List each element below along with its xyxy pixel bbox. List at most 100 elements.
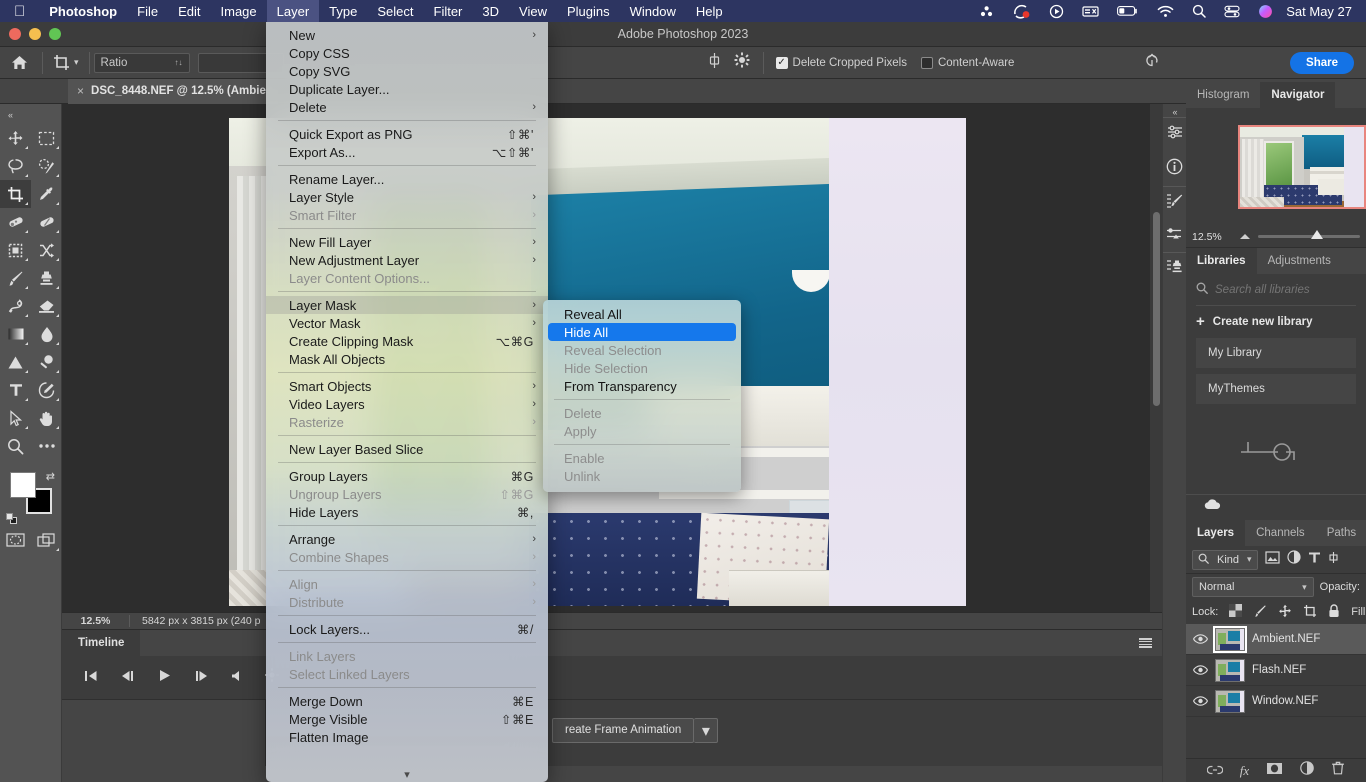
audio-icon[interactable] <box>231 669 243 687</box>
library-item-mythemes[interactable]: MyThemes <box>1196 374 1356 404</box>
spot-healing-brush-tool[interactable] <box>0 208 31 236</box>
menu-layer[interactable]: Layer <box>267 0 320 22</box>
screen-record-icon[interactable] <box>1040 0 1073 22</box>
menubar-clock[interactable]: Sat May 27 <box>1282 4 1366 19</box>
layer-name[interactable]: Ambient.NEF <box>1252 633 1320 645</box>
properties-icon[interactable] <box>1166 227 1183 246</box>
rectangular-marquee-tool[interactable] <box>31 124 62 152</box>
navigator-zoom-value[interactable]: 12.5% <box>1186 231 1240 243</box>
zoom-button[interactable] <box>49 28 61 40</box>
chevron-down-icon[interactable]: ▾ <box>266 768 548 781</box>
tab-timeline[interactable]: Timeline <box>62 630 140 656</box>
swap-colors-icon[interactable]: ⇄ <box>46 470 55 483</box>
menu-plugins[interactable]: Plugins <box>557 0 620 22</box>
zoom-slider-knob[interactable] <box>1311 230 1323 239</box>
eye-icon[interactable] <box>1192 634 1208 644</box>
type-layer-filter-icon[interactable] <box>1308 551 1321 569</box>
tab-channels[interactable]: Channels <box>1245 520 1316 546</box>
delete-cropped-pixels-checkbox[interactable]: ✓ Delete Cropped Pixels <box>768 57 907 69</box>
gear-icon[interactable] <box>727 52 759 73</box>
menu-item-new-adjustment-layer[interactable]: New Adjustment Layer› <box>266 251 548 269</box>
delete-layer-icon[interactable] <box>1331 761 1345 780</box>
wifi-icon[interactable] <box>1148 0 1183 22</box>
search-icon[interactable] <box>1183 0 1215 22</box>
content-aware-checkbox[interactable]: Content-Aware <box>907 57 1015 69</box>
library-search-row[interactable] <box>1186 274 1366 303</box>
next-frame-icon[interactable] <box>193 669 209 687</box>
shape-layer-filter-icon[interactable] <box>1328 551 1339 569</box>
info-icon[interactable] <box>1166 158 1183 180</box>
menu-select[interactable]: Select <box>367 0 423 22</box>
menu-3d[interactable]: 3D <box>472 0 509 22</box>
hand-tool[interactable] <box>31 404 62 432</box>
menu-help[interactable]: Help <box>686 0 733 22</box>
navigator-body[interactable] <box>1186 108 1366 226</box>
lock-position-icon[interactable] <box>1278 604 1292 621</box>
tab-libraries[interactable]: Libraries <box>1186 248 1257 274</box>
add-layer-mask-icon[interactable] <box>1266 762 1283 780</box>
chevron-down-icon[interactable]: ▾ <box>694 718 718 743</box>
menu-item-layer-mask[interactable]: Layer Mask› <box>266 296 548 314</box>
gradient-tool[interactable] <box>0 320 31 348</box>
battery-icon[interactable] <box>1108 0 1148 22</box>
burn-tool[interactable] <box>31 348 62 376</box>
new-adjustment-layer-icon[interactable] <box>1300 761 1314 780</box>
tab-paths[interactable]: Paths <box>1316 520 1366 546</box>
layer-row-window[interactable]: Window.NEF <box>1186 686 1366 717</box>
menu-item-lock-layers[interactable]: Lock Layers...⌘/ <box>266 620 548 638</box>
history-brush-tool[interactable] <box>0 292 31 320</box>
patch-tool[interactable] <box>31 208 62 236</box>
blur-tool[interactable] <box>31 320 62 348</box>
layer-name[interactable]: Window.NEF <box>1252 695 1318 707</box>
menu-item-new-layer-based-slice[interactable]: New Layer Based Slice <box>266 440 548 458</box>
pixel-layer-filter-icon[interactable] <box>1265 551 1280 569</box>
clone-stamp-tool[interactable] <box>31 264 62 292</box>
eye-icon[interactable] <box>1192 665 1208 675</box>
menu-item-vector-mask[interactable]: Vector Mask› <box>266 314 548 332</box>
status-zoom-level[interactable]: 12.5% <box>62 615 130 627</box>
chevron-down-icon[interactable]: ▾ <box>74 57 79 68</box>
cloud-icon[interactable] <box>1204 497 1221 515</box>
go-to-first-frame-icon[interactable] <box>84 669 98 687</box>
play-icon[interactable] <box>158 669 171 687</box>
submenu-item-from-transparency[interactable]: From Transparency <box>543 377 741 395</box>
siri-icon[interactable] <box>1249 0 1282 22</box>
screen-mode-icon[interactable] <box>31 526 62 554</box>
menu-item-video-layers[interactable]: Video Layers› <box>266 395 548 413</box>
menu-item-mask-all-objects[interactable]: Mask All Objects <box>266 350 548 368</box>
menu-edit[interactable]: Edit <box>168 0 210 22</box>
create-new-library-button[interactable]: + Create new library <box>1186 306 1366 338</box>
menu-item-rename-layer[interactable]: Rename Layer... <box>266 170 548 188</box>
document-tab[interactable]: × DSC_8448.NEF @ 12.5% (Ambie <box>68 79 278 104</box>
lock-artboard-icon[interactable] <box>1303 604 1317 621</box>
adjustments-icon[interactable] <box>1167 124 1183 145</box>
menu-item-delete[interactable]: Delete› <box>266 98 548 116</box>
tab-navigator[interactable]: Navigator <box>1260 82 1335 108</box>
menu-item-copy-css[interactable]: Copy CSS <box>266 44 548 62</box>
menu-item-arrange[interactable]: Arrange› <box>266 530 548 548</box>
layer-filter-kind-select[interactable]: Kind ▾ <box>1192 550 1258 570</box>
menu-item-new[interactable]: New› <box>266 26 548 44</box>
clone-source-icon[interactable] <box>1166 259 1183 280</box>
create-frame-animation-button[interactable]: reate Frame Animation ▾ <box>552 718 718 743</box>
status-document-info[interactable]: 5842 px x 3815 px (240 p <box>130 615 261 627</box>
crop-tool[interactable] <box>0 180 31 208</box>
foreground-color-swatch[interactable] <box>10 472 36 498</box>
menu-item-flatten-image[interactable]: Flatten Image <box>266 728 548 746</box>
menu-image[interactable]: Image <box>211 0 267 22</box>
zoom-tool[interactable] <box>0 432 31 460</box>
default-colors-icon[interactable] <box>6 513 17 524</box>
control-center-icon[interactable] <box>1215 0 1249 22</box>
lasso-tool[interactable] <box>0 152 31 180</box>
close-button[interactable] <box>9 28 21 40</box>
fx-icon[interactable]: fx <box>1240 763 1249 779</box>
lock-transparent-pixels-icon[interactable] <box>1229 604 1242 620</box>
eyedropper-tool[interactable] <box>31 180 62 208</box>
brush-settings-icon[interactable] <box>1166 193 1183 214</box>
straighten-icon[interactable] <box>702 52 727 74</box>
submenu-item-reveal-all[interactable]: Reveal All <box>543 305 741 323</box>
menu-filter[interactable]: Filter <box>424 0 473 22</box>
tab-layers[interactable]: Layers <box>1186 520 1245 546</box>
home-icon[interactable] <box>0 55 38 70</box>
dodge-tool[interactable] <box>0 348 31 376</box>
